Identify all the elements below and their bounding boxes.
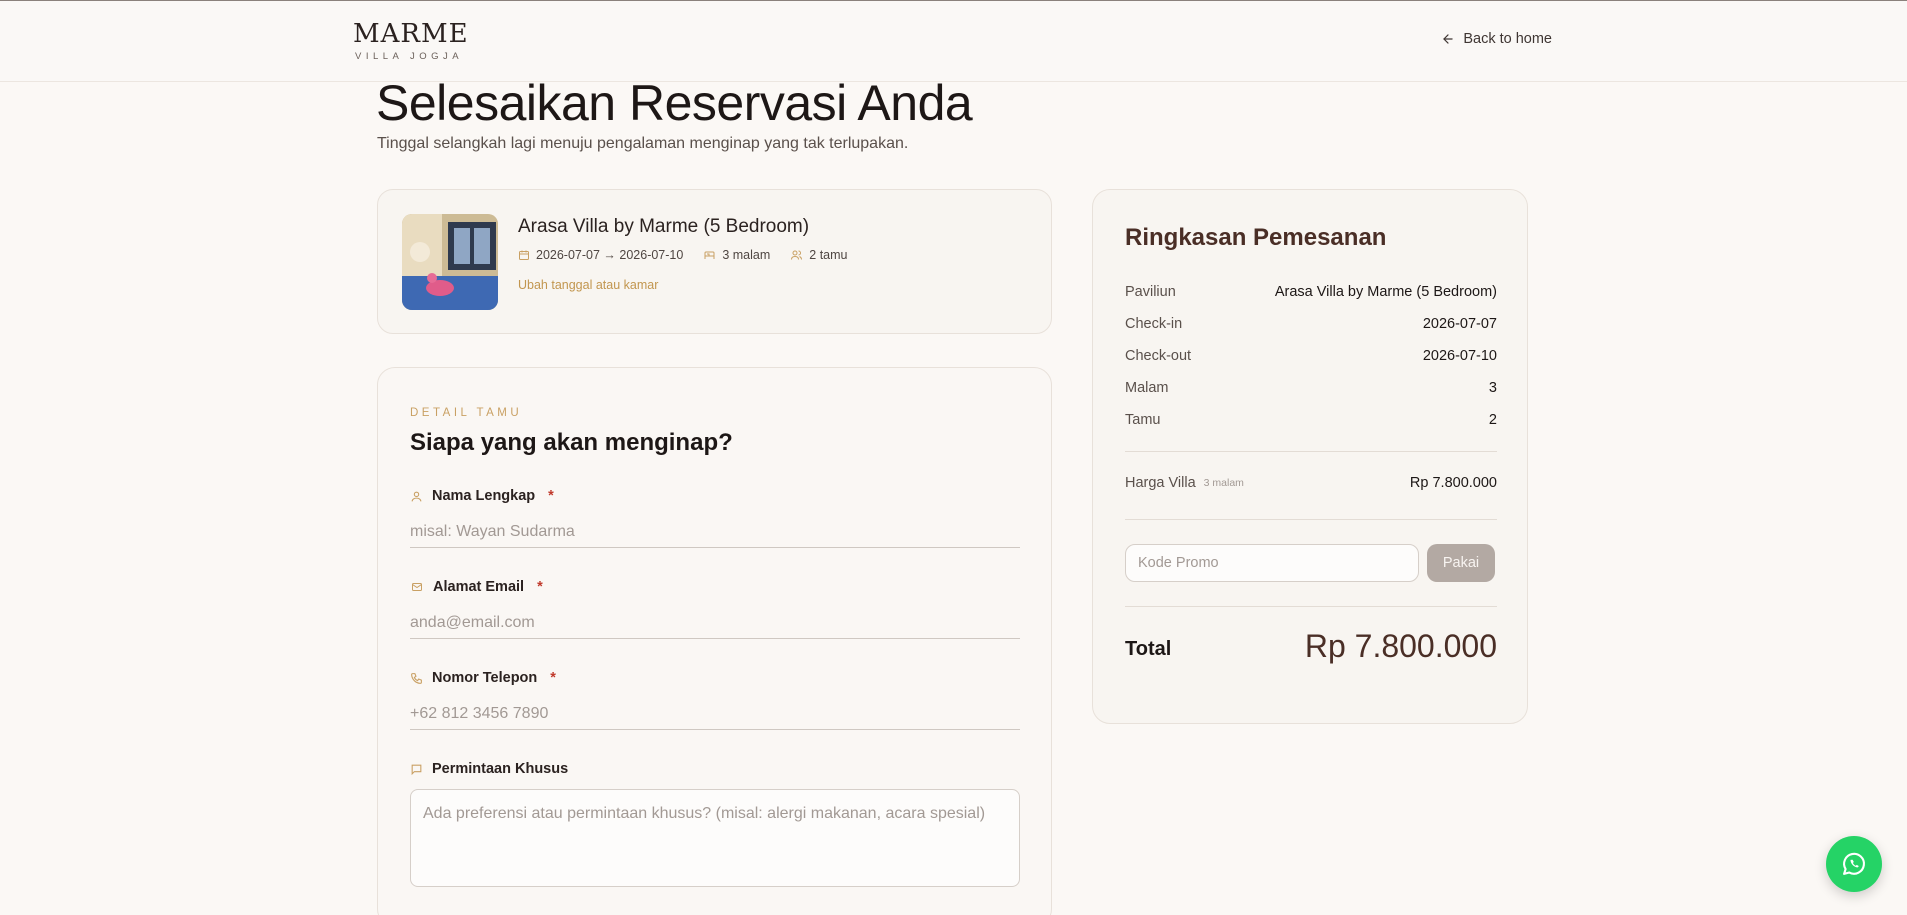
villa-thumbnail xyxy=(402,214,498,310)
phone-icon xyxy=(411,672,422,684)
summary-row-nights: Malam 3 xyxy=(1125,372,1497,404)
summary-rows: Paviliun Arasa Villa by Marme (5 Bedroom… xyxy=(1125,276,1497,436)
full-name-label: Nama Lengkap xyxy=(432,488,536,504)
whatsapp-icon xyxy=(1843,852,1865,875)
guest-details-card: DETAIL TAMU Siapa yang akan menginap? Na… xyxy=(377,367,1052,915)
section-title: Siapa yang akan menginap? xyxy=(410,429,733,456)
summary-row-checkin: Check-in 2026-07-07 xyxy=(1125,308,1497,340)
required-mark: * xyxy=(537,579,543,595)
special-request-field: Permintaan Khusus xyxy=(410,759,1020,887)
email-input[interactable] xyxy=(410,607,1020,639)
total-row: Total Rp 7.800.000 xyxy=(1125,628,1497,665)
page-title: Selesaikan Reservasi Anda xyxy=(376,75,973,131)
villa-dates: 2026-07-07 → 2026-07-10 xyxy=(518,248,683,262)
summary-key: Malam xyxy=(1125,380,1169,396)
special-request-textarea[interactable] xyxy=(410,789,1020,887)
villa-nights-text: 3 malam xyxy=(722,248,771,262)
total-label: Total xyxy=(1125,638,1172,660)
email-label: Alamat Email xyxy=(433,579,525,595)
phone-input[interactable] xyxy=(410,698,1020,730)
bed-icon xyxy=(704,251,715,259)
booking-summary-card: Ringkasan Pemesanan Paviliun Arasa Villa… xyxy=(1092,189,1528,724)
summary-divider xyxy=(1125,606,1497,607)
mail-icon xyxy=(412,583,422,591)
users-icon xyxy=(791,250,803,260)
summary-value: 3 xyxy=(1488,380,1497,396)
summary-value: Arasa Villa by Marme (5 Bedroom) xyxy=(1274,284,1497,300)
special-request-label: Permintaan Khusus xyxy=(432,761,569,777)
villa-meta: 2026-07-07 → 2026-07-10 3 malam 2 tamu xyxy=(518,248,847,262)
page-subtitle: Tinggal selangkah lagi menuju pengalaman… xyxy=(377,135,909,152)
required-mark: * xyxy=(548,488,554,504)
apply-promo-button[interactable]: Pakai xyxy=(1427,544,1495,582)
summary-row-pavilion: Paviliun Arasa Villa by Marme (5 Bedroom… xyxy=(1125,276,1497,308)
arrow-left-icon xyxy=(1443,34,1453,44)
summary-value: 2026-07-07 xyxy=(1422,316,1497,332)
promo-code-input[interactable] xyxy=(1125,544,1419,582)
logo-wordmark: MARME xyxy=(353,19,469,49)
logo[interactable]: MARME VILLA JOGJA xyxy=(353,19,469,62)
villa-price-label: Harga Villa xyxy=(1125,475,1196,491)
message-icon xyxy=(411,764,422,775)
promo-code-group: Pakai xyxy=(1125,544,1497,582)
villa-price-row: Harga Villa 3 malam Rp 7.800.000 xyxy=(1125,475,1497,491)
section-label: DETAIL TAMU xyxy=(410,407,523,419)
summary-key: Paviliun xyxy=(1125,284,1176,300)
summary-value: 2 xyxy=(1488,412,1497,428)
summary-row-guests: Tamu 2 xyxy=(1125,404,1497,436)
summary-value: 2026-07-10 xyxy=(1422,348,1497,364)
villa-card: Arasa Villa by Marme (5 Bedroom) 2026-07… xyxy=(377,189,1052,334)
villa-name: Arasa Villa by Marme (5 Bedroom) xyxy=(518,216,810,237)
required-mark: * xyxy=(550,670,556,686)
back-to-home-link[interactable]: Back to home xyxy=(1441,31,1552,47)
villa-nights: 3 malam xyxy=(703,248,770,262)
phone-field: Nomor Telepon * xyxy=(410,668,1020,730)
villa-guests: 2 tamu xyxy=(790,248,847,262)
phone-label: Nomor Telepon xyxy=(432,670,538,686)
summary-key: Check-in xyxy=(1125,316,1183,332)
full-name-field: Nama Lengkap * xyxy=(410,486,1020,548)
villa-photo-illustration xyxy=(402,214,498,310)
site-header: MARME VILLA JOGJA Back to home xyxy=(0,1,1907,82)
villa-guests-text: 2 tamu xyxy=(809,248,848,262)
villa-price-value: Rp 7.800.000 xyxy=(1409,475,1497,491)
logo-tagline: VILLA JOGJA xyxy=(355,51,464,62)
villa-dates-text: 2026-07-07 → 2026-07-10 xyxy=(536,248,684,262)
summary-title: Ringkasan Pemesanan xyxy=(1125,224,1387,251)
email-field: Alamat Email * xyxy=(410,577,1020,639)
villa-price-note: 3 malam xyxy=(1203,477,1244,489)
summary-divider xyxy=(1125,451,1497,452)
full-name-input[interactable] xyxy=(410,516,1020,548)
whatsapp-button[interactable] xyxy=(1826,836,1882,892)
summary-divider xyxy=(1125,519,1497,520)
summary-key: Check-out xyxy=(1125,348,1192,364)
total-value: Rp 7.800.000 xyxy=(1304,628,1497,664)
user-icon xyxy=(411,491,422,501)
summary-row-checkout: Check-out 2026-07-10 xyxy=(1125,340,1497,372)
back-link-label: Back to home xyxy=(1463,31,1552,47)
summary-key: Tamu xyxy=(1125,412,1161,428)
change-dates-link[interactable]: Ubah tanggal atau kamar xyxy=(518,278,658,292)
calendar-icon xyxy=(519,250,529,260)
